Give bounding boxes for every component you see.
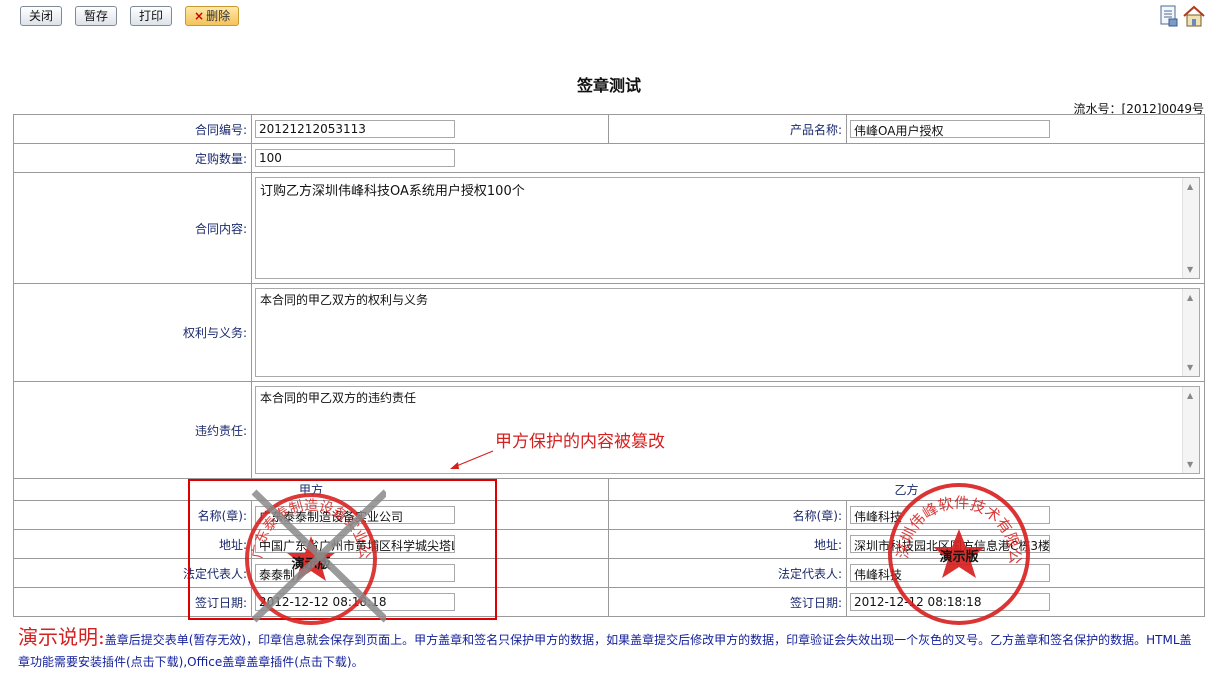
save-draft-button[interactable]: 暂存 bbox=[75, 6, 118, 26]
party-a-header: 甲方 bbox=[13, 478, 609, 501]
demo-note: 演示说明:盖章后提交表单(暂存无效)，印章信息就会保存到页面上。甲方盖章和签名只… bbox=[18, 626, 1193, 673]
demo-note-heading: 演示说明: bbox=[18, 625, 105, 649]
product-name-field[interactable]: 伟峰OA用户授权 bbox=[850, 120, 1050, 138]
contract-no-label: 合同编号: bbox=[13, 114, 252, 144]
party-b-name-label: 名称(章): bbox=[608, 500, 847, 530]
liability-textarea[interactable]: 本合同的甲乙双方的违约责任 ▲ ▼ bbox=[255, 386, 1200, 474]
delete-label: 删除 bbox=[206, 9, 231, 23]
quantity-field[interactable]: 100 bbox=[255, 149, 455, 167]
content-label: 合同内容: bbox=[13, 172, 252, 284]
delete-x-icon: × bbox=[194, 9, 205, 23]
content-textarea[interactable]: 订购乙方深圳伟峰科技OA系统用户授权100个 ▲ ▼ bbox=[255, 177, 1200, 279]
party-a-name-field[interactable]: 广东泰泰制造设备实业公司 bbox=[255, 506, 455, 524]
content-text: 订购乙方深圳伟峰科技OA系统用户授权100个 bbox=[260, 184, 525, 199]
liability-label: 违约责任: bbox=[13, 381, 252, 479]
party-b-rep-field[interactable]: 伟峰科技 bbox=[850, 564, 1050, 582]
party-a-date-label: 签订日期: bbox=[13, 587, 252, 617]
document-icon[interactable] bbox=[1158, 4, 1180, 28]
contract-form: 合同编号: 20121212053113 产品名称: 伟峰OA用户授权 定购数量… bbox=[13, 114, 1205, 617]
party-b-date-field[interactable]: 2012-12-12 08:18:18 bbox=[850, 593, 1050, 611]
top-icons bbox=[1158, 4, 1206, 28]
rights-text: 本合同的甲乙双方的权利与义务 bbox=[260, 293, 429, 307]
liability-scrollbar[interactable]: ▲ ▼ bbox=[1182, 387, 1199, 473]
contract-no-field[interactable]: 20121212053113 bbox=[255, 120, 455, 138]
party-a-name-label: 名称(章): bbox=[13, 500, 252, 530]
party-a-rep-field[interactable]: 泰泰制 bbox=[255, 564, 455, 582]
party-a-rep-label: 法定代表人: bbox=[13, 558, 252, 588]
party-b-rep-label: 法定代表人: bbox=[608, 558, 847, 588]
party-a-address-label: 地址: bbox=[13, 529, 252, 559]
rights-scrollbar[interactable]: ▲ ▼ bbox=[1182, 289, 1199, 376]
tamper-annotation: 甲方保护的内容被篡改 bbox=[495, 432, 665, 452]
toolbar: 关闭 暂存 打印 × 删除 bbox=[20, 6, 240, 26]
home-icon[interactable] bbox=[1182, 4, 1206, 28]
liability-text: 本合同的甲乙双方的违约责任 bbox=[260, 391, 417, 405]
party-a-date-field[interactable]: 2012-12-12 08:18:18 bbox=[255, 593, 455, 611]
demo-note-body: 盖章后提交表单(暂存无效)，印章信息就会保存到页面上。甲方盖章和签名只保护甲方的… bbox=[18, 633, 1192, 669]
party-b-address-field[interactable]: 深圳市科技园北区国方信息港C栋3楼 bbox=[850, 535, 1050, 553]
page-title: 签章测试 bbox=[576, 76, 641, 95]
party-b-header: 乙方 bbox=[608, 478, 1205, 501]
rights-textarea[interactable]: 本合同的甲乙双方的权利与义务 ▲ ▼ bbox=[255, 288, 1200, 377]
delete-button[interactable]: × 删除 bbox=[185, 6, 240, 26]
quantity-label: 定购数量: bbox=[13, 143, 252, 173]
content-scrollbar[interactable]: ▲ ▼ bbox=[1182, 178, 1199, 278]
rights-label: 权利与义务: bbox=[13, 283, 252, 382]
close-button[interactable]: 关闭 bbox=[20, 6, 63, 26]
print-button[interactable]: 打印 bbox=[130, 6, 173, 26]
party-b-address-label: 地址: bbox=[608, 529, 847, 559]
product-name-label: 产品名称: bbox=[608, 114, 847, 144]
party-a-address-field[interactable]: 中国广东省广州市黄埔区科学城尖塔L bbox=[255, 535, 455, 553]
party-b-name-field[interactable]: 伟峰科技 bbox=[850, 506, 1050, 524]
party-b-date-label: 签订日期: bbox=[608, 587, 847, 617]
